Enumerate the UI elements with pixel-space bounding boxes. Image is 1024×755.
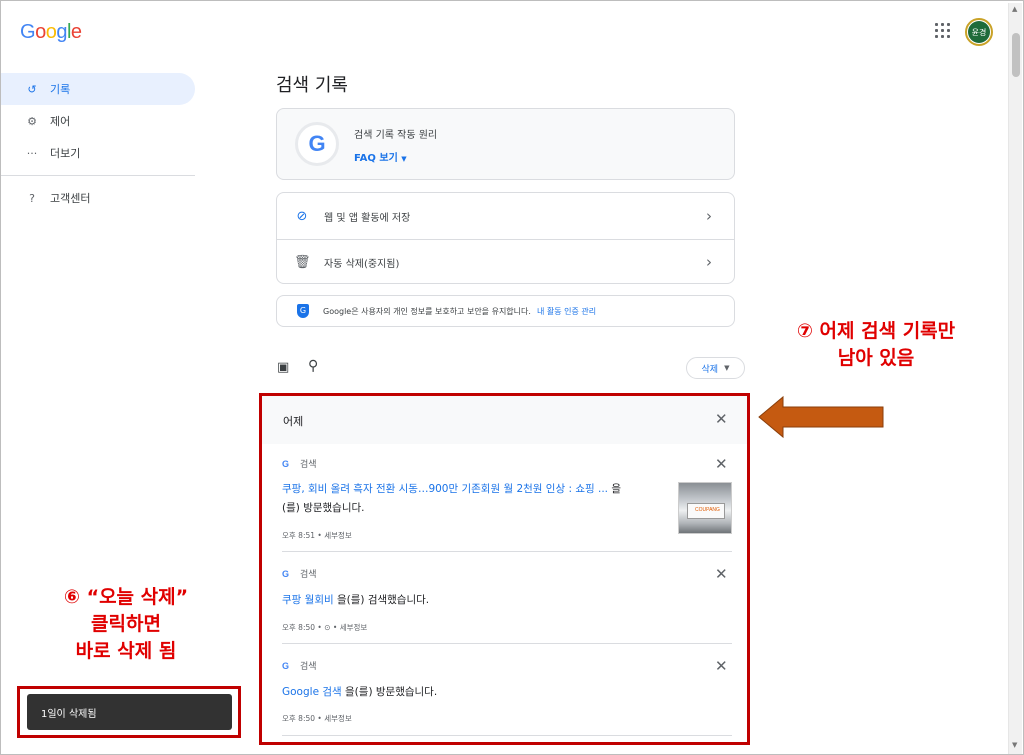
google-g-icon: G [282,569,290,579]
delete-dropdown-button[interactable]: 삭제 ▼ [686,357,745,379]
annotation-arrow-icon [758,395,884,439]
sidebar-item-more[interactable]: ··· 더보기 [1,137,81,169]
faq-card: G 검색 기록 작동 원리 FAQ 보기 ▼ [276,108,735,180]
entry-source: G 검색 [282,567,317,580]
divider [282,735,732,736]
web-app-activity-label: 웹 및 앱 활동에 저장 [324,212,411,224]
auto-delete-row[interactable]: 🗑 자동 삭제(중지됨) › [277,239,734,285]
privacy-card: G Google은 사용자의 개인 정보를 보호하고 보안을 유지합니다. 내 … [276,295,735,327]
annotation-line: 바로 삭제 됨 [75,640,177,662]
close-icon[interactable]: ✕ [715,657,728,675]
thumbnail-tag: COUPANG [695,507,720,513]
web-app-activity-row[interactable]: ⊘ 웹 및 앱 활동에 저장 › [277,193,734,239]
toast-message: 1일이 삭제됨 [41,708,97,720]
divider [282,551,732,552]
auto-delete-icon: 🗑 [294,254,311,270]
entry-body: 쿠팡 월회비 을(를) 검색했습니다. [282,591,429,610]
divider [282,643,732,644]
entry-source-label: 검색 [300,460,317,470]
page-title: 검색 기록 [276,75,348,96]
entry-text: 을(를) 검색했습니다. [333,594,430,606]
faq-link-label: FAQ 보기 [354,153,398,164]
thumbnail-image[interactable]: COUPANG [678,482,732,534]
manage-activity-verification-link[interactable]: 내 활동 인증 관리 [537,306,596,317]
gear-icon: ⚙ [27,114,37,128]
sidebar-item-label: 더보기 [50,147,81,160]
entry-link[interactable]: 쿠팡 월회비 [282,594,334,606]
history-list-highlight: 어제 ✕ G 검색 ✕ 쿠팡, 회비 올려 흑자 전환 시동…900만 기존회원 … [259,393,750,745]
google-g-icon: G [295,122,339,166]
privacy-text: Google은 사용자의 개인 정보를 보호하고 보안을 유지합니다. [323,306,531,316]
entry-text: (를) 방문했습니다. [282,502,365,514]
entry-link[interactable]: 쿠팡, 회비 올려 흑자 전환 시동…900만 기존회원 월 2천원 인상 : … [282,483,608,495]
faq-link[interactable]: FAQ 보기 ▼ [354,149,407,164]
shield-icon: G [297,304,309,318]
settings-card: ⊘ 웹 및 앱 활동에 저장 › 🗑 자동 삭제(중지됨) › [276,192,735,284]
entry-meta[interactable]: 오후 8:50 • 세부정보 [282,713,352,724]
entry-source: G 검색 [282,659,317,672]
avatar-text: 윤경 [968,21,990,43]
entry-meta[interactable]: 오후 8:51 • 세부정보 [282,530,352,541]
close-icon[interactable]: ✕ [715,565,728,583]
entry-body: 쿠팡, 회비 올려 흑자 전환 시동…900만 기존회원 월 2천원 인상 : … [282,480,674,518]
annotation-step-6: ⑥ “오늘 삭제” 클릭하면 바로 삭제 됨 [21,584,231,665]
day-group-header: 어제 ✕ [262,396,747,444]
chevron-right-icon: › [706,253,712,271]
sidebar-item-history[interactable]: ↺ 기록 [1,73,195,105]
auto-delete-label: 자동 삭제(중지됨) [324,258,400,270]
scroll-down-icon[interactable]: ▼ [1012,741,1017,749]
avatar[interactable]: 윤경 [965,18,993,46]
faq-heading: 검색 기록 작동 원리 [354,130,438,141]
sidebar-item-label: 제어 [50,115,71,128]
sidebar-item-help[interactable]: ? 고객센터 [1,182,90,214]
annotation-step-7: ⑦ 어제 검색 기록만 남아 있음 [761,318,991,372]
sidebar-divider [1,175,195,176]
close-icon[interactable]: ✕ [715,410,728,428]
sidebar-item-controls[interactable]: ⚙ 제어 [1,105,70,137]
search-icon[interactable]: ⚲ [308,358,318,374]
sidebar-item-label: 기록 [50,83,71,96]
scrollbar[interactable]: ▲ ▼ [1008,3,1022,754]
chevron-down-icon: ▼ [724,364,730,372]
google-g-icon: G [282,459,290,469]
scroll-up-icon[interactable]: ▲ [1012,5,1017,13]
check-circle-icon: ⊘ [296,208,308,224]
chevron-down-icon: ▼ [401,155,407,163]
entry-text: 을(를) 방문했습니다. [341,686,438,698]
annotation-line: 클릭하면 [91,613,161,635]
annotation-line: ⑦ 어제 검색 기록만 [796,320,956,342]
help-icon: ? [29,191,35,205]
entry-body: Google 검색 을(를) 방문했습니다. [282,683,437,702]
calendar-icon[interactable]: ▣ [277,360,289,375]
scrollbar-thumb[interactable] [1012,33,1020,77]
annotation-line: 남아 있음 [837,347,915,369]
entry-source-label: 검색 [300,662,317,672]
entry-source-label: 검색 [300,570,317,580]
entry-meta[interactable]: 오후 8:50 • ⊙ • 세부정보 [282,622,367,633]
entry-text: 을 [608,483,622,495]
apps-grid-icon[interactable] [935,23,951,39]
history-icon: ↺ [27,82,37,96]
snackbar-toast: 1일이 삭제됨 [27,694,232,730]
entry-link[interactable]: Google 검색 [282,686,342,698]
browser-frame: Google 윤경 ▲ ▼ ↺ 기록 ⚙ 제어 ··· 더보기 ? 고객센터 검… [0,0,1024,755]
google-g-icon: G [282,661,290,671]
more-icon: ··· [26,146,38,160]
sidebar-item-label: 고객센터 [50,192,91,205]
google-logo[interactable]: Google [20,21,82,44]
annotation-line: ⑥ “오늘 삭제” [63,586,189,608]
delete-label: 삭제 [701,364,719,375]
chevron-right-icon: › [706,207,712,225]
entry-source: G 검색 [282,457,317,470]
toast-highlight: 1일이 삭제됨 [17,686,241,738]
day-label: 어제 [283,415,304,428]
close-icon[interactable]: ✕ [715,455,728,473]
